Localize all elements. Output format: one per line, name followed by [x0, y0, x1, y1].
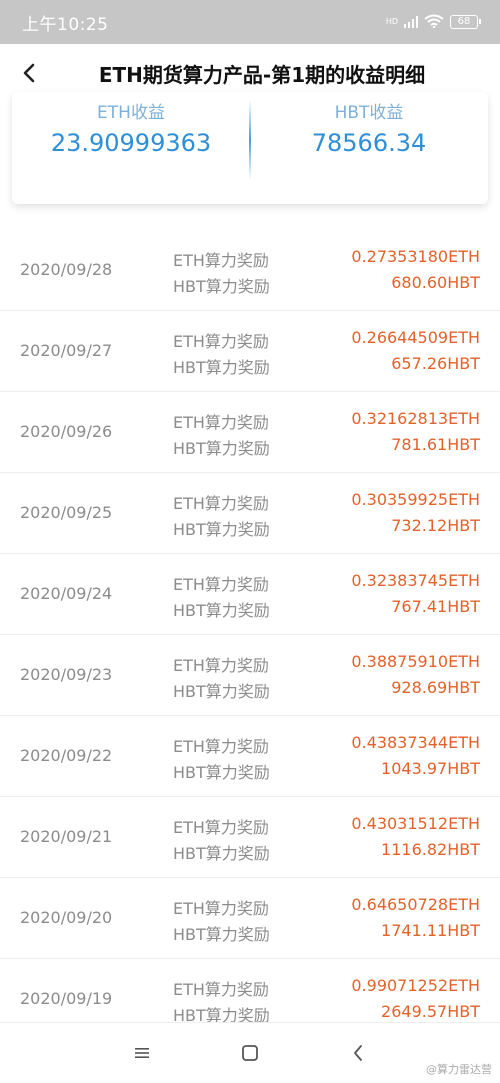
earnings-list: 2020/09/28 ETH算力奖励 HBT算力奖励 0.27353180ETH…: [0, 230, 500, 1040]
record-eth-label: ETH算力奖励: [173, 494, 269, 513]
record-hbt-label: HBT算力奖励: [173, 925, 270, 944]
battery-icon: 68: [450, 15, 481, 29]
record-eth-label: ETH算力奖励: [173, 575, 269, 594]
watermark: @算力雷达营: [426, 1063, 492, 1076]
network-type-label: HD: [385, 17, 398, 26]
record-hbt-label: HBT算力奖励: [173, 601, 270, 620]
record-eth-label: ETH算力奖励: [173, 332, 269, 351]
eth-summary: ETH收益 23.90999363: [12, 92, 250, 204]
hbt-summary: HBT收益 78566.34: [250, 92, 488, 204]
record-hbt-value: 1741.11HBT: [381, 921, 480, 940]
signal-icon: [404, 16, 418, 28]
record-eth-value: 0.99071252ETH: [351, 976, 480, 995]
nav-back-icon: [354, 1045, 362, 1061]
list-item: 2020/09/27 ETH算力奖励 HBT算力奖励 0.26644509ETH…: [0, 311, 500, 392]
record-eth-value: 0.26644509ETH: [351, 328, 480, 347]
record-hbt-label: HBT算力奖励: [173, 520, 270, 539]
record-date: 2020/09/24: [20, 584, 113, 603]
record-date: 2020/09/22: [20, 746, 113, 765]
record-eth-label: ETH算力奖励: [173, 251, 269, 270]
list-item: 2020/09/22 ETH算力奖励 HBT算力奖励 0.43837344ETH…: [0, 716, 500, 797]
record-hbt-label: HBT算力奖励: [173, 277, 270, 296]
list-item: 2020/09/20 ETH算力奖励 HBT算力奖励 0.64650728ETH…: [0, 878, 500, 959]
status-time: 上午10:25: [22, 14, 109, 35]
record-hbt-label: HBT算力奖励: [173, 358, 270, 377]
record-eth-value: 0.38875910ETH: [351, 652, 480, 671]
summary-card: ETH收益 23.90999363 HBT收益 78566.34: [12, 92, 488, 204]
eth-summary-value: 23.90999363: [50, 129, 212, 157]
status-icons: HD 68: [385, 13, 481, 32]
record-hbt-label: HBT算力奖励: [173, 682, 270, 701]
record-eth-label: ETH算力奖励: [173, 899, 269, 918]
wifi-icon: [424, 13, 444, 32]
record-hbt-value: 928.69HBT: [391, 678, 480, 697]
list-item: 2020/09/26 ETH算力奖励 HBT算力奖励 0.32162813ETH…: [0, 392, 500, 473]
record-eth-value: 0.32383745ETH: [351, 571, 480, 590]
eth-summary-label: ETH收益: [97, 103, 165, 123]
record-eth-value: 0.27353180ETH: [351, 247, 480, 266]
record-hbt-label: HBT算力奖励: [173, 844, 270, 863]
page-title: ETH期货算力产品-第1期的收益明细: [98, 62, 426, 87]
list-item: 2020/09/24 ETH算力奖励 HBT算力奖励 0.32383745ETH…: [0, 554, 500, 635]
record-hbt-label: HBT算力奖励: [173, 439, 270, 458]
record-hbt-value: 767.41HBT: [391, 597, 480, 616]
list-item: 2020/09/21 ETH算力奖励 HBT算力奖励 0.43031512ETH…: [0, 797, 500, 878]
menu-button[interactable]: [127, 1038, 157, 1068]
home-button[interactable]: [235, 1038, 265, 1068]
menu-icon: [135, 1048, 149, 1058]
record-eth-value: 0.43837344ETH: [351, 733, 480, 752]
hbt-summary-label: HBT收益: [334, 103, 404, 123]
status-bar: 上午10:25 HD 68: [0, 0, 500, 44]
chevron-left-icon: [23, 63, 35, 83]
record-hbt-value: 680.60HBT: [391, 273, 480, 292]
record-eth-label: ETH算力奖励: [173, 413, 269, 432]
system-nav-bar: [0, 1023, 500, 1083]
record-eth-label: ETH算力奖励: [173, 737, 269, 756]
record-hbt-label: HBT算力奖励: [173, 763, 270, 782]
record-date: 2020/09/23: [20, 665, 113, 684]
record-hbt-value: 1043.97HBT: [381, 759, 480, 778]
record-date: 2020/09/27: [20, 341, 113, 360]
record-hbt-value: 657.26HBT: [391, 354, 480, 373]
record-date: 2020/09/19: [20, 989, 113, 1008]
record-hbt-value: 732.12HBT: [391, 516, 480, 535]
record-eth-value: 0.43031512ETH: [351, 814, 480, 833]
record-hbt-value: 781.61HBT: [391, 435, 480, 454]
summary-divider: [249, 100, 251, 180]
record-eth-value: 0.30359925ETH: [351, 490, 480, 509]
record-date: 2020/09/20: [20, 908, 113, 927]
record-eth-label: ETH算力奖励: [173, 980, 269, 999]
list-item: 2020/09/25 ETH算力奖励 HBT算力奖励 0.30359925ETH…: [0, 473, 500, 554]
record-eth-value: 0.64650728ETH: [351, 895, 480, 914]
record-eth-label: ETH算力奖励: [173, 656, 269, 675]
record-date: 2020/09/28: [20, 260, 113, 279]
record-eth-label: ETH算力奖励: [173, 818, 269, 837]
list-item: 2020/09/28 ETH算力奖励 HBT算力奖励 0.27353180ETH…: [0, 230, 500, 311]
nav-back-button[interactable]: [343, 1038, 373, 1068]
back-button[interactable]: [14, 58, 44, 88]
hbt-summary-value: 78566.34: [311, 129, 427, 157]
record-hbt-value: 1116.82HBT: [381, 840, 480, 859]
record-date: 2020/09/26: [20, 422, 113, 441]
list-item: 2020/09/23 ETH算力奖励 HBT算力奖励 0.38875910ETH…: [0, 635, 500, 716]
record-date: 2020/09/21: [20, 827, 113, 846]
record-eth-value: 0.32162813ETH: [351, 409, 480, 428]
record-hbt-value: 2649.57HBT: [381, 1002, 480, 1021]
record-date: 2020/09/25: [20, 503, 113, 522]
home-square-icon: [242, 1045, 258, 1061]
